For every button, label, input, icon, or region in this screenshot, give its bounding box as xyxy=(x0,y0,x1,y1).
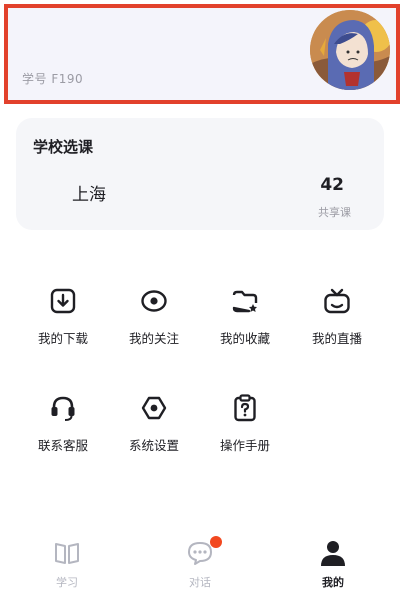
chat-notification-badge xyxy=(210,536,222,548)
menu-label-manual: 操作手册 xyxy=(219,438,270,453)
menu-item-favorites[interactable]: 我的收藏 xyxy=(199,286,291,356)
tab-label-chat: 对话 xyxy=(189,576,211,589)
menu-item-manual[interactable]: 操作手册 xyxy=(199,393,291,463)
avatar[interactable] xyxy=(310,10,390,90)
menu-item-live[interactable]: 我的直播 xyxy=(291,286,383,356)
menu-label-following: 我的关注 xyxy=(128,331,179,346)
student-id: 学号 F190 xyxy=(22,72,84,86)
course-card-title: 学校选课 xyxy=(33,138,94,156)
hexagon-settings-icon xyxy=(141,396,167,420)
avatar-illustration-icon xyxy=(310,10,390,90)
menu-item-downloads[interactable]: 我的下载 xyxy=(17,286,109,356)
tv-icon xyxy=(324,288,350,314)
profile-header[interactable]: 学号 F190 xyxy=(4,4,400,104)
tab-study[interactable]: 学习 xyxy=(17,538,117,590)
user-icon xyxy=(321,541,345,566)
tab-label-mine: 我的 xyxy=(322,576,344,589)
menu-label-customer-service: 联系客服 xyxy=(37,438,88,453)
menu-label-favorites: 我的收藏 xyxy=(219,331,270,346)
profile-page: 学号 F190 学校选课 上海 42 共享课 我的下载 我的关注 我的收藏 我的… xyxy=(0,0,400,604)
menu-label-settings: 系统设置 xyxy=(128,438,179,453)
eye-icon xyxy=(141,290,167,312)
menu-item-customer-service[interactable]: 联系客服 xyxy=(17,393,109,463)
headset-icon xyxy=(51,396,75,421)
tab-label-study: 学习 xyxy=(56,576,78,589)
tab-chat[interactable]: 对话 xyxy=(150,536,250,590)
folder-star-icon xyxy=(232,290,258,313)
course-selection-card[interactable]: 学校选课 上海 42 共享课 xyxy=(16,118,384,230)
course-city: 上海 xyxy=(72,185,106,205)
tab-mine[interactable]: 我的 xyxy=(283,538,383,590)
menu-label-downloads: 我的下载 xyxy=(37,331,88,346)
shared-course-count: 42 xyxy=(320,175,344,195)
menu-label-live: 我的直播 xyxy=(311,331,362,346)
shared-course-label: 共享课 xyxy=(318,206,351,219)
menu-item-following[interactable]: 我的关注 xyxy=(108,286,200,356)
menu-item-settings[interactable]: 系统设置 xyxy=(108,393,200,463)
download-icon xyxy=(50,288,76,314)
clipboard-question-icon xyxy=(234,394,256,422)
book-icon xyxy=(55,543,79,564)
bottom-tab-bar: 学习 对话 我的 xyxy=(0,530,400,604)
